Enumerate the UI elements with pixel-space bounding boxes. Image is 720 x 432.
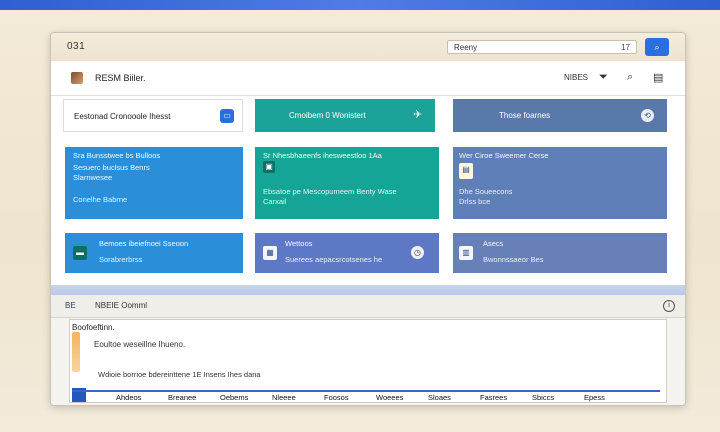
tile-top-1-label: Eestonad Cronooole Ihesst: [74, 112, 171, 121]
panel-line-2: Eoultoe weseillne Ihueno.: [94, 340, 186, 349]
tile-mid-1-line-2: Sesuerc buclsus Benrs: [73, 163, 150, 172]
clock-icon[interactable]: ◷: [411, 246, 424, 259]
search-input-value: Reeny: [454, 43, 478, 52]
table-column-header[interactable]: Woeees: [376, 393, 403, 402]
folder-icon[interactable]: ▭: [220, 109, 234, 123]
tile-mid-1[interactable]: Sra Bunsstwee bs Bulloos Sesuerc buclsus…: [65, 147, 243, 219]
search-icon: ⌕: [654, 42, 660, 52]
tile-mid-3[interactable]: Wer Ciroe Sweemer Cerse ▤ Dhe Soueecons …: [453, 147, 667, 219]
bird-icon: ✈: [413, 109, 423, 121]
tile-low-2-title: Wettoos: [285, 239, 313, 248]
panel-line-1: Boofoeftinn.: [72, 323, 115, 332]
search-filter-label[interactable]: 17: [621, 41, 630, 55]
table-column-header[interactable]: Fasrees: [480, 393, 507, 402]
app-name: RESM Biiler.: [95, 73, 146, 83]
section-divider: [51, 285, 685, 295]
tile-mid-1-line-3: Slarnwesee: [73, 173, 113, 182]
app-window: 031 Reeny 17 ⌕ RESM Biiler. NIBES ⏷ ⌕ ▤ …: [50, 32, 686, 406]
table-column-header[interactable]: Oebems: [220, 393, 248, 402]
tile-top-3[interactable]: Those foarnes ⟲: [453, 99, 667, 132]
chat-icon: ▬: [73, 246, 87, 260]
bottom-pane: BE NBEIE Oomml i Boofoeftinn. Eoultoe we…: [51, 295, 685, 405]
top-accent-strip: [0, 0, 720, 10]
bottom-tag[interactable]: BE: [65, 301, 76, 310]
window-title: 031: [67, 41, 86, 52]
tile-low-2[interactable]: ▦ Wettoos Suerees aepacsrcotsenes he ◷: [255, 233, 439, 273]
table-column-header[interactable]: Nleeee: [272, 393, 296, 402]
tile-low-2-sub: Suerees aepacsrcotsenes he: [285, 255, 383, 264]
tile-mid-2-sub-2: Carxail: [263, 197, 287, 206]
tile-low-3-title: Asecs: [483, 239, 504, 248]
bottom-label: NBEIE Oomml: [95, 301, 148, 310]
tile-mid-3-line-1: Wer Ciroe Sweemer Cerse: [459, 151, 549, 160]
table-column-header[interactable]: Breanee: [168, 393, 196, 402]
panel-line-3: Wdioie borrioe bdereinttene 1E Insens Ih…: [98, 370, 261, 379]
clipboard-icon: ▥: [459, 246, 473, 260]
table-column-header[interactable]: Ahdeos: [116, 393, 141, 402]
table-column-header[interactable]: Foosos: [324, 393, 349, 402]
title-bar: 031 Reeny 17 ⌕: [51, 33, 685, 62]
tile-low-1-title: Bemoes ibeiefnoei Sseoon: [99, 239, 189, 248]
tile-top-3-label: Those foarnes: [499, 111, 551, 120]
tile-mid-2[interactable]: Sr Nhesbhaeenfs ihesweestloo 1Aa ▣ Ebsat…: [255, 147, 439, 219]
grid-icon[interactable]: ▤: [653, 71, 663, 84]
tile-mid-1-sub: Conelhe Babrne: [73, 195, 128, 204]
avatar[interactable]: [71, 72, 83, 84]
tile-top-1[interactable]: Eestonad Cronooole Ihesst ▭: [63, 99, 243, 132]
tile-mid-1-line-1: Sra Bunsstwee bs Bulloos: [73, 151, 161, 160]
info-icon[interactable]: i: [663, 300, 675, 312]
tile-mid-2-sub: Ebsatoe pe Mescopumeem Benty Wase: [263, 187, 397, 196]
table-header: Ahdeos Breanee Oebems Nleeee Foosos Woee…: [72, 390, 660, 404]
document-thumbnail: [72, 332, 80, 372]
tile-top-2-label: Cmoibem 0 Wonistert: [289, 111, 366, 120]
tile-top-2[interactable]: Cmoibem 0 Wonistert ✈: [255, 99, 435, 132]
tile-low-3[interactable]: ▥ Asecs Bwonnssaeor Bes: [453, 233, 667, 273]
filter-icon[interactable]: ⏷: [599, 71, 608, 84]
document-icon: ▣: [263, 161, 275, 173]
tile-mid-3-sub-2: Drlss bce: [459, 197, 491, 206]
search-button[interactable]: ⌕: [645, 38, 669, 56]
note-icon: ▤: [459, 163, 473, 179]
calendar-icon: ▦: [263, 246, 277, 260]
tile-low-1[interactable]: ▬ Bemoes ibeiefnoei Sseoon Sorabrerbrss: [65, 233, 243, 273]
document-panel: Boofoeftinn. Eoultoe weseillne Ihueno. W…: [69, 319, 667, 403]
tile-mid-3-sub: Dhe Soueecons: [459, 187, 513, 196]
tile-low-1-sub: Sorabrerbrss: [99, 255, 143, 264]
search-input[interactable]: Reeny 17: [447, 40, 637, 54]
bottom-toolbar: BE NBEIE Oomml i: [51, 295, 685, 318]
table-column-header[interactable]: Epess: [584, 393, 605, 402]
search-icon[interactable]: ⌕: [627, 71, 633, 84]
tile-low-3-sub: Bwonnssaeor Bes: [483, 255, 544, 264]
tile-mid-2-line-1: Sr Nhesbhaeenfs ihesweestloo 1Aa: [263, 151, 382, 160]
table-column-header[interactable]: Sloaes: [428, 393, 451, 402]
user-label[interactable]: NIBES: [564, 73, 588, 82]
circle-arrow-icon[interactable]: ⟲: [641, 109, 654, 122]
table-column-header[interactable]: Sbiccs: [532, 393, 554, 402]
app-header: RESM Biiler. NIBES ⏷ ⌕ ▤: [51, 61, 685, 96]
